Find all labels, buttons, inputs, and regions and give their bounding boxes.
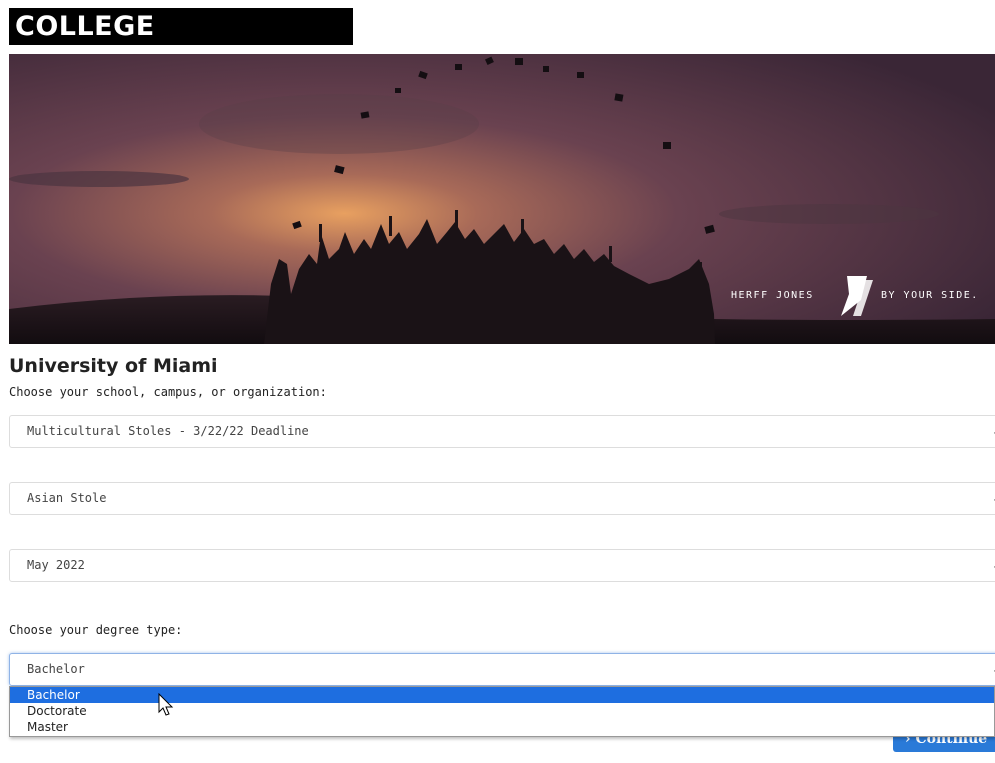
product-select[interactable]: Asian Stole ⌄ <box>9 482 995 515</box>
page-title: COLLEGE GRADUATION <box>9 8 353 79</box>
degree-select[interactable]: Bachelor ⌄ <box>9 653 995 686</box>
school-name: University of Miami <box>9 355 218 377</box>
organization-label: Choose your school, campus, or organizat… <box>9 385 327 399</box>
organization-select[interactable]: Multicultural Stoles - 3/22/22 Deadline … <box>9 415 995 448</box>
brand-name: HERFF JONES <box>731 290 814 301</box>
mouse-cursor-icon <box>158 692 176 723</box>
organization-select-value: Multicultural Stoles - 3/22/22 Deadline <box>27 424 309 438</box>
degree-dropdown-list: Bachelor Doctorate Master <box>9 686 995 737</box>
product-select-value: Asian Stole <box>27 491 107 505</box>
graduation-banner: HERFF JONES BY YOUR SIDE. <box>9 54 995 344</box>
brand-tagline: BY YOUR SIDE. <box>881 290 979 301</box>
degree-select-value: Bachelor <box>27 662 85 676</box>
date-select-value: May 2022 <box>27 558 85 572</box>
degree-label: Choose your degree type: <box>9 623 183 637</box>
date-select[interactable]: May 2022 ⌄ <box>9 549 995 582</box>
